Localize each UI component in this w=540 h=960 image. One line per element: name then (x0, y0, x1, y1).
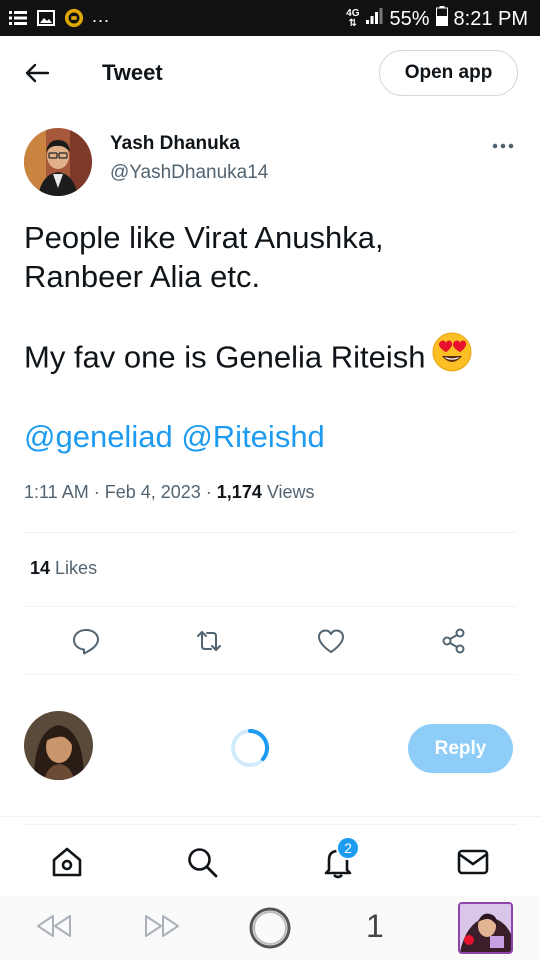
tweet-mentions: @geneliad @Riteishd (24, 417, 524, 456)
author-avatar[interactable] (24, 128, 92, 196)
reply-button[interactable]: Reply (408, 724, 513, 773)
tweet-line: People like Virat Anushka, (24, 220, 384, 255)
status-right: 4G ⇅ 55% 8:21 PM (346, 6, 528, 32)
likes-count: 14 (30, 558, 51, 578)
views-count: 1,174 (216, 482, 262, 502)
rewind-icon[interactable] (34, 910, 74, 947)
top-bar: Tweet Open app (0, 36, 540, 110)
tweet-meta: 1:11 AM · Feb 4, 2023 · 1,174 Views (24, 482, 315, 502)
likes-summary[interactable]: 14 Likes (30, 558, 97, 579)
browser-toolbar: 1 (0, 896, 540, 960)
like-icon[interactable] (316, 626, 346, 656)
divider (24, 674, 516, 675)
page-title: Tweet (102, 60, 163, 85)
likes-label: Likes (55, 558, 98, 578)
list-icon (8, 8, 28, 28)
messages-icon[interactable] (455, 844, 491, 880)
divider (24, 824, 516, 825)
mention-link[interactable]: @geneliad (24, 419, 173, 454)
tab-thumbnail[interactable] (458, 902, 513, 954)
signal-icon (365, 7, 383, 31)
loading-spinner (230, 728, 270, 768)
more-options-icon[interactable] (490, 136, 516, 156)
back-arrow-icon[interactable] (22, 58, 52, 88)
author-handle[interactable]: @YashDhanuka14 (110, 162, 268, 184)
network-label: 4G (346, 8, 360, 19)
user-avatar (24, 711, 93, 780)
tweet-text: People like Virat Anushka, Ranbeer Alia … (24, 218, 524, 456)
reply-icon[interactable] (71, 626, 101, 656)
mention-link[interactable]: @Riteishd (181, 419, 324, 454)
bottom-navigation (0, 830, 540, 894)
open-app-button[interactable]: Open app (379, 50, 518, 96)
battery-percent: 55% (389, 7, 430, 30)
tweet-line: Ranbeer Alia etc. (24, 259, 261, 294)
share-icon[interactable] (439, 626, 469, 656)
search-icon[interactable] (184, 844, 220, 880)
reload-icon[interactable] (248, 906, 292, 955)
author-name[interactable]: Yash Dhanuka (110, 133, 240, 155)
app-notification-icon (64, 8, 84, 28)
status-bar: ... 4G ⇅ 55% 8:21 PM (0, 0, 540, 36)
retweet-icon[interactable] (194, 626, 224, 656)
network-type: 4G ⇅ (346, 8, 360, 29)
tweet-actions (0, 616, 540, 664)
gallery-icon (36, 8, 56, 28)
divider (24, 606, 516, 607)
divider (0, 816, 540, 817)
status-notifications: ... (8, 5, 111, 28)
clock: 8:21 PM (453, 7, 528, 30)
battery-icon (435, 6, 448, 32)
tweet-line: My fav one is Genelia Riteish (24, 339, 426, 375)
tab-count[interactable]: 1 (366, 908, 384, 945)
notification-badge: 2 (336, 836, 360, 860)
tweet-date[interactable]: Feb 4, 2023 (105, 482, 201, 502)
views-label: Views (266, 482, 315, 502)
more-notifications: ... (92, 5, 111, 26)
tweet-line-with-emoji: My fav one is Genelia Riteish (24, 332, 524, 376)
heart-eyes-emoji-icon (431, 331, 473, 382)
divider (24, 532, 516, 533)
fast-forward-icon[interactable] (142, 910, 182, 947)
tweet-time[interactable]: 1:11 AM (24, 482, 89, 502)
home-icon[interactable] (49, 844, 85, 880)
